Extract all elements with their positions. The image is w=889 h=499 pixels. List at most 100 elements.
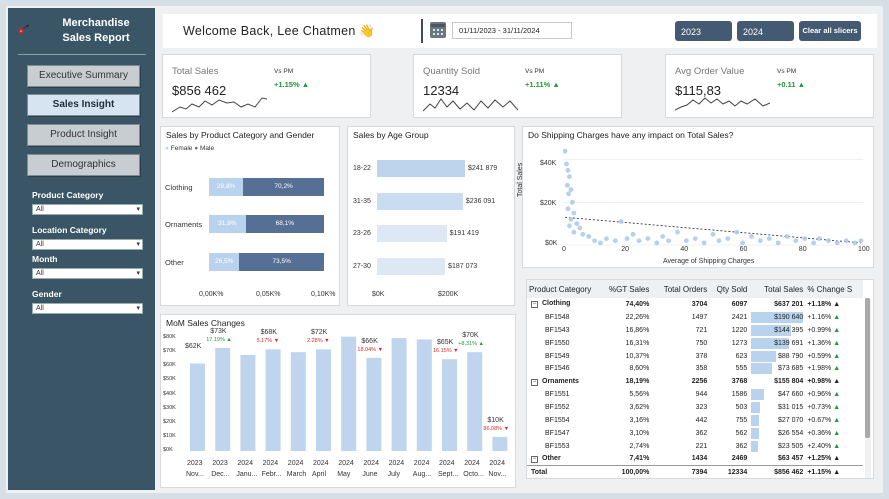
cell-qty: 623 xyxy=(735,352,748,360)
scatter-point xyxy=(683,238,689,244)
nav-sales-insight[interactable]: Sales Insight xyxy=(27,94,140,116)
bar-value-label: $68K xyxy=(260,329,277,337)
x-month-label: Dec... xyxy=(211,471,230,478)
scatter-point xyxy=(577,225,583,231)
change-value: +1.18% xyxy=(807,300,832,308)
table-row[interactable]: BF1547 3,10% 362 562 $26 554 +0.36% ▲ xyxy=(527,427,863,440)
cell-orders: 7394 xyxy=(691,468,708,476)
col-total-sales[interactable]: Total Sales xyxy=(749,280,806,298)
filter-label-location-category: Location Category xyxy=(32,225,107,235)
scatter-point xyxy=(636,238,642,244)
sales-bar xyxy=(751,389,765,401)
collapse-icon[interactable]: − xyxy=(531,455,538,463)
table-row[interactable]: BF1553 2,74% 221 362 $23 505 +2.40% ▲ xyxy=(527,440,863,453)
change-value: +0.73% xyxy=(807,404,832,412)
table-row[interactable]: BF1551 5,56% 944 1586 $47 660 +0.96% ▲ xyxy=(527,388,863,401)
month-select[interactable]: All ▾ xyxy=(32,268,143,279)
scatter-point xyxy=(766,236,772,241)
nav-demographics[interactable]: Demographics xyxy=(27,154,140,176)
product-category-select[interactable]: All ▾ xyxy=(32,204,143,215)
clear-slicers-button[interactable]: Clear all slicers xyxy=(799,21,861,41)
year-2023-button[interactable]: 2023 xyxy=(675,21,732,41)
age-label: 27-30 xyxy=(353,263,371,270)
collapse-icon[interactable]: − xyxy=(531,301,538,309)
table-row[interactable]: BF1548 22,26% 1497 2421 $190 640 +1.16% ▲ xyxy=(527,311,863,324)
table-row[interactable]: BF1546 8,60% 358 555 $73 685 +1.98% ▲ xyxy=(527,362,863,375)
group-row[interactable]: − Ornaments 18,19% 2256 3768 $155 804 +0.98% ▲ xyxy=(527,375,863,388)
nav-product-insight[interactable]: Product Insight xyxy=(27,124,140,146)
female-bar[interactable]: 31,9% xyxy=(209,215,246,233)
x-month-label: April xyxy=(312,471,327,478)
location-category-select[interactable]: All ▾ xyxy=(32,239,143,250)
nav-executive-summary[interactable]: Executive Summary xyxy=(27,65,140,87)
male-bar[interactable]: 70,2% xyxy=(243,178,324,196)
age-bar[interactable] xyxy=(377,225,447,242)
cell-sales: $73 685 xyxy=(749,362,805,375)
sales-bar xyxy=(751,402,760,414)
male-bar[interactable]: 73,5% xyxy=(239,253,324,271)
change-arrow: ▲ xyxy=(833,300,841,308)
age-bar[interactable] xyxy=(377,258,446,275)
total-row[interactable]: Total 100,00% 7394 12334 $856 462 +1.15% ▲ xyxy=(527,465,864,478)
month-value: All xyxy=(36,270,44,277)
col-gt-sales[interactable]: %GT Sales xyxy=(607,280,652,298)
collapse-icon[interactable]: − xyxy=(531,378,538,386)
female-bar[interactable]: 29,8% xyxy=(209,178,244,196)
product-cell: − Ornaments xyxy=(527,375,607,388)
scatter-point xyxy=(586,234,592,239)
age-bar[interactable] xyxy=(377,160,465,177)
scatter-plot xyxy=(563,148,864,246)
cell-orders: 221 xyxy=(695,442,708,450)
female-bar[interactable]: 26,5% xyxy=(209,253,240,271)
bar-pct-label: 5.17% ▼ xyxy=(256,338,280,345)
table-row[interactable]: BF1552 3,62% 323 503 $31 015 +0.73% ▲ xyxy=(527,401,863,414)
calendar-icon[interactable] xyxy=(430,22,446,38)
cell-change: +0.96% ▲ xyxy=(805,388,863,401)
cell-pct: 3,10% xyxy=(629,429,650,437)
product-name: BF1549 xyxy=(545,352,570,360)
x-month-label: Sept... xyxy=(438,471,459,478)
gender-select[interactable]: All ▾ xyxy=(32,303,143,314)
mom-title: MoM Sales Changes xyxy=(166,318,245,328)
cell-pct: 8,60% xyxy=(629,365,650,373)
x-month-label: Nov... xyxy=(186,471,204,478)
scrollbar-thumb[interactable] xyxy=(865,298,870,438)
x-year-label: 2024 xyxy=(313,460,329,467)
bar-pct-label: 16.15% ▼ xyxy=(433,348,459,355)
col-qty-sold[interactable]: Qty Sold xyxy=(709,280,750,298)
date-range-input[interactable]: 01/11/2023 - 31/11/2024 xyxy=(452,22,572,39)
col-change[interactable]: % Change S xyxy=(805,280,864,298)
year-2024-button[interactable]: 2024 xyxy=(737,21,794,41)
table-row[interactable]: BF1550 16,31% 750 1273 $139 691 +1.36% ▲ xyxy=(527,337,863,350)
bar-pct-label: 2.28% ▼ xyxy=(307,338,330,345)
product-cell: BF1546 xyxy=(527,362,607,375)
scatter-panel: Do Shipping Charges have any impact on T… xyxy=(517,126,874,268)
scatter-title: Do Shipping Charges have any impact on T… xyxy=(528,130,734,140)
mom-bar xyxy=(442,359,457,451)
product-cell: BF1550 xyxy=(527,337,607,350)
legend-female: Female xyxy=(170,145,193,152)
product-cell: BF1552 xyxy=(527,401,607,414)
male-bar[interactable]: 68,1% xyxy=(245,215,324,233)
table-row[interactable]: BF1543 16,86% 721 1220 $144 395 +0.99% ▲ xyxy=(527,324,863,337)
cell-pct: 74,40% xyxy=(625,300,650,308)
product-cell: − Clothing xyxy=(527,298,607,311)
matrix-scrollbar[interactable] xyxy=(865,298,871,478)
age-bar[interactable] xyxy=(377,193,463,210)
y-tick: $70K xyxy=(163,348,176,355)
cell-sales: $63 457 xyxy=(749,453,805,466)
table-row[interactable]: BF1549 10,37% 378 623 $88 790 +0.59% ▲ xyxy=(527,350,863,363)
scatter-point xyxy=(802,236,808,241)
product-name: Ornaments xyxy=(542,377,579,385)
group-row[interactable]: − Other 7,41% 1434 2469 $63 457 +1.25% ▲ xyxy=(527,453,863,466)
col-product-category[interactable]: Product Category xyxy=(527,280,607,298)
table-row[interactable]: BF1554 3,16% 442 755 $27 070 +0.67% ▲ xyxy=(527,414,863,427)
product-name: BF1547 xyxy=(545,429,570,437)
x-year-label: 2024 xyxy=(338,460,354,467)
kpi-change: +0.11 ▲ xyxy=(777,80,806,89)
filter-label-product-category: Product Category xyxy=(32,190,104,200)
col-total-orders[interactable]: Total Orders xyxy=(651,280,710,298)
x-year-label: 2024 xyxy=(464,460,480,467)
group-row[interactable]: − Clothing 74,40% 3704 6097 $637 201 +1.18% ▲ xyxy=(527,298,863,311)
kpi-sparkline xyxy=(172,97,267,113)
